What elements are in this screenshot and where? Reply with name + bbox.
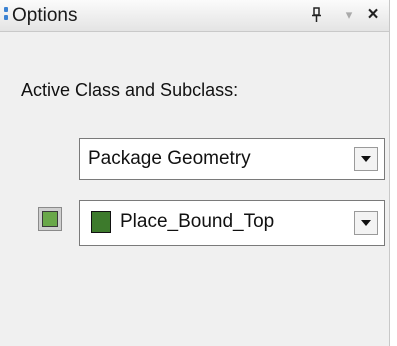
subclass-dropdown[interactable]: Place_Bound_Top [79,200,385,246]
close-button[interactable]: × [363,4,383,26]
close-icon: × [367,4,379,25]
subclass-color-swatch [91,211,111,233]
class-dropdown[interactable]: Package Geometry [79,138,385,180]
class-dropdown-value: Package Geometry [88,148,251,169]
options-panel: Options ▾ × Active Class and Subclass: P… [0,0,390,346]
panel-menu-button[interactable]: ▾ [340,4,358,26]
class-dropdown-arrow-icon[interactable] [354,147,378,171]
subclass-dropdown-arrow-icon[interactable] [354,211,378,235]
drag-grip-icon[interactable] [4,7,8,21]
subclass-dropdown-value: Place_Bound_Top [120,211,275,232]
color-button[interactable] [38,207,62,231]
panel-title-bar[interactable]: Options ▾ × [0,0,389,32]
active-class-label: Active Class and Subclass: [21,80,239,100]
pin-button[interactable] [306,4,328,26]
panel-title: Options [12,5,78,26]
color-swatch [42,211,58,227]
dropdown-menu-icon: ▾ [345,7,353,22]
pin-icon [312,7,321,22]
